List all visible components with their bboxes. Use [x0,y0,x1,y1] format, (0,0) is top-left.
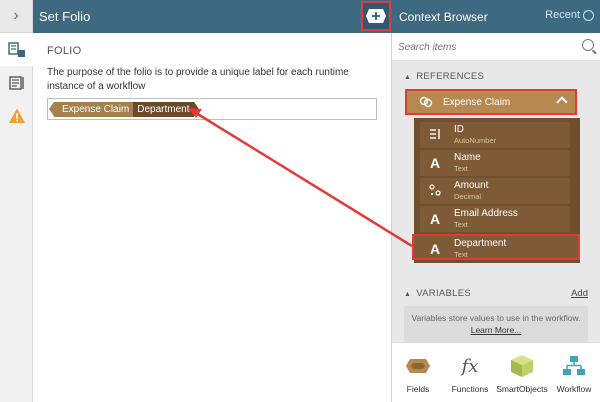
functions-icon: fx [461,355,479,377]
fields-icon [405,354,431,378]
tab-label: Functions [451,384,489,394]
field-type: AutoNumber [454,136,497,145]
field-name: Email Address [454,208,518,219]
reference-name: Expense Claim [443,96,511,108]
collapse-button[interactable]: › [0,0,32,33]
field-name: Name [454,152,481,163]
folio-panel: FOLIO The purpose of the folio is to pro… [33,33,392,402]
token-segment-field: Department [133,102,199,117]
main-header: Set Folio [33,0,392,33]
left-toolbar: › [0,0,33,402]
field-type: Text [454,164,468,173]
learn-more-link[interactable]: Learn More... [404,324,588,336]
decimal-icon [429,184,441,196]
context-browser-title: Context Browser [399,9,488,24]
reference-expense-claim[interactable]: Expense Claim [405,89,577,115]
field-type: Text [454,220,468,229]
field-name: Amount [454,180,489,191]
search-input[interactable] [398,39,568,55]
variables-label: VARIABLES [416,288,472,299]
references-section-header[interactable]: ▲ REFERENCES [404,71,484,82]
reference-field-list: ID AutoNumber A Name Text Amount Decimal… [412,118,580,263]
text-icon: A [429,211,441,227]
properties-icon [8,75,24,90]
folio-input[interactable]: Expense Claim Department [47,98,377,120]
search-bar [392,33,600,61]
chevron-up-icon[interactable] [556,96,568,108]
context-browser-header: Context Browser Recent [392,0,600,33]
variables-text: Variables store values to use in the wor… [411,313,581,323]
page-title: Set Folio [39,9,91,24]
token-segment-reference: Expense Claim [48,102,134,117]
recent-label: Recent [545,9,580,21]
field-name: Department [454,238,507,249]
insert-reference-button[interactable] [361,1,391,31]
add-variable-link[interactable]: Add [571,288,588,299]
tab-smartobjects[interactable]: SmartObjects [496,343,548,402]
field-item-name[interactable]: A Name Text [420,150,570,176]
folio-tool-button[interactable] [0,33,33,66]
context-browser-tabs: Fields fx Functions SmartObjects Workflo… [392,342,600,402]
collapse-triangle-icon: ▲ [404,291,412,298]
folio-section-label: FOLIO [47,45,82,57]
autonumber-icon [430,129,440,139]
workflow-icon [561,354,587,378]
insert-field-icon [366,9,386,23]
chevron-right-icon: › [13,7,19,24]
warning-tool-button[interactable] [0,99,33,132]
tab-workflow[interactable]: Workflow [548,343,600,402]
variables-info-box: Variables store values to use in the wor… [404,306,588,342]
search-icon[interactable] [582,39,594,51]
tab-fields[interactable]: Fields [392,343,444,402]
recent-button[interactable]: Recent [545,9,594,21]
field-item-department[interactable]: A Department Text [412,234,580,260]
collapse-triangle-icon: ▲ [404,74,412,81]
properties-tool-button[interactable] [0,66,33,99]
text-icon: A [429,155,441,171]
field-type: Decimal [454,192,482,201]
smartobjects-icon [509,354,535,378]
clock-icon [583,9,594,21]
folio-icon [7,41,25,57]
folio-reference-token[interactable]: Expense Claim Department [48,102,199,117]
field-item-amount[interactable]: Amount Decimal [420,178,570,204]
field-name: ID [454,124,464,135]
folio-description: The purpose of the folio is to provide a… [47,67,349,92]
tab-label: Workflow [556,384,592,394]
text-icon: A [429,241,441,257]
tab-functions[interactable]: fx Functions [444,343,496,402]
warning-icon [8,108,25,123]
context-browser-body: ▲ REFERENCES Expense Claim ID AutoNumber … [392,61,600,342]
field-item-id[interactable]: ID AutoNumber [420,122,570,148]
field-item-email-address[interactable]: A Email Address Text [420,206,570,232]
references-label: REFERENCES [416,71,485,82]
tab-label: SmartObjects [496,384,548,394]
field-type: Text [454,250,468,259]
variables-section-header[interactable]: ▲ VARIABLES [404,288,471,299]
tab-label: Fields [406,384,430,394]
reference-icon [419,96,433,108]
